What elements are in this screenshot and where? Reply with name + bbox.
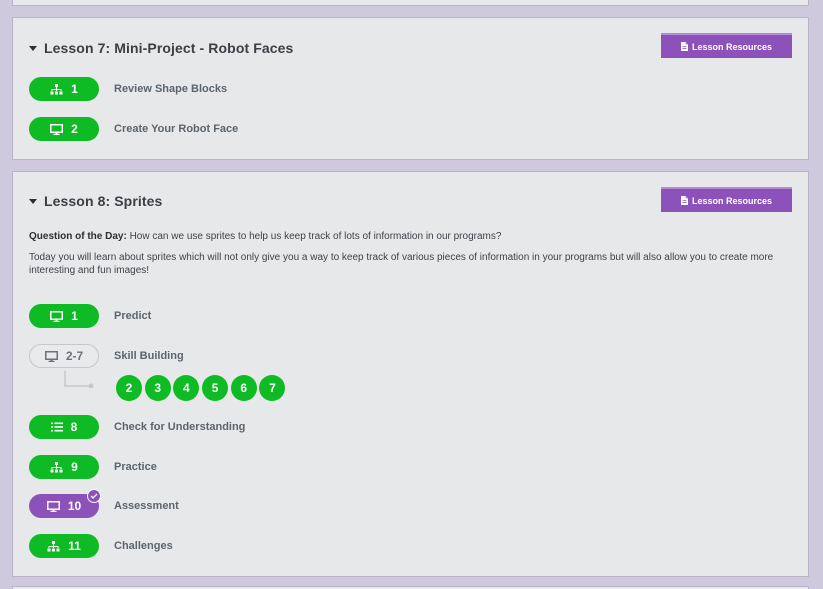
monitor-icon [44, 350, 58, 362]
hierarchy-icon [47, 540, 60, 552]
level-name[interactable]: Challenges [114, 540, 173, 552]
level-number: 9 [71, 460, 78, 474]
level-bubble[interactable]: 2-7 [29, 344, 99, 368]
level-number: 2 [71, 122, 78, 136]
lesson-resources-label: Lesson Resources [691, 41, 773, 52]
level-name[interactable]: Check for Understanding [114, 421, 245, 433]
monitor-icon [50, 123, 64, 135]
sublevel-bubble[interactable]: 4 [173, 375, 200, 401]
level-name[interactable]: Create Your Robot Face [114, 123, 238, 135]
list-icon [50, 422, 63, 432]
sublevel-bubble[interactable]: 6 [230, 375, 257, 401]
lesson-description: Today you will learn about sprites which… [29, 252, 774, 276]
sublevel-bubble[interactable]: 3 [144, 375, 171, 401]
level-number: 1 [71, 309, 78, 323]
check-icon [87, 489, 101, 503]
level-number: 11 [68, 539, 81, 553]
level-name[interactable]: Assessment [114, 500, 179, 512]
level-bubble[interactable]: 10 [29, 489, 101, 518]
level-row: 1 Predict [29, 304, 151, 328]
sublevel-bubble[interactable]: 2 [116, 375, 142, 401]
level-row: 11 Challenges [29, 534, 173, 558]
level-row: 10 Assessment [29, 489, 179, 518]
level-name[interactable]: Practice [114, 461, 157, 473]
level-bubble[interactable]: 1 [29, 304, 99, 328]
document-icon [680, 196, 688, 205]
collapse-caret-icon[interactable] [29, 45, 37, 51]
sublevel-connector [64, 371, 94, 388]
level-number: 1 [71, 82, 78, 96]
sublevel-list: 2 3 4 5 6 7 [116, 375, 288, 401]
lesson-resources-button[interactable]: Lesson Resources [661, 33, 792, 58]
lesson-resources-label: Lesson Resources [691, 195, 773, 206]
lesson-7-header[interactable]: Lesson 7: Mini-Project - Robot Faces [29, 40, 293, 56]
lesson-8-card: Lesson 8: Sprites Lesson Resources Quest… [12, 171, 809, 577]
hierarchy-icon [50, 83, 63, 95]
document-icon [680, 42, 688, 51]
level-bubble[interactable]: 11 [29, 534, 99, 558]
lesson-7-card: Lesson 7: Mini-Project - Robot Faces Les… [12, 17, 809, 160]
lesson-title: Lesson 7: Mini-Project - Robot Faces [44, 40, 294, 56]
previous-lesson-card [12, 0, 809, 6]
level-bubble[interactable]: 9 [29, 455, 99, 479]
hierarchy-icon [50, 461, 63, 473]
level-row: 8 Check for Understanding [29, 415, 245, 439]
level-row: 1 Review Shape Blocks [29, 77, 227, 101]
sublevel-bubble[interactable]: 5 [202, 375, 229, 401]
level-bubble[interactable]: 1 [29, 77, 99, 101]
level-row: 2-7 Skill Building [29, 344, 184, 368]
monitor-icon [50, 310, 64, 322]
level-row: 2 Create Your Robot Face [29, 117, 238, 141]
collapse-caret-icon[interactable] [29, 198, 37, 204]
lesson-resources-button[interactable]: Lesson Resources [661, 187, 792, 212]
level-number: 10 [67, 499, 82, 513]
question-text: How can we use sprites to help us keep t… [126, 231, 502, 242]
level-name[interactable]: Review Shape Blocks [114, 83, 227, 95]
monitor-icon [46, 500, 60, 512]
question-label: Question of the Day: [29, 231, 127, 242]
level-name[interactable]: Skill Building [114, 350, 184, 362]
level-row: 9 Practice [29, 455, 157, 479]
level-bubble[interactable]: 8 [29, 415, 99, 439]
level-bubble[interactable]: 2 [29, 117, 99, 141]
lesson-title: Lesson 8: Sprites [44, 193, 163, 209]
level-number: 2-7 [65, 349, 84, 363]
level-number: 8 [70, 420, 78, 434]
lesson-8-header[interactable]: Lesson 8: Sprites [29, 193, 162, 209]
level-name[interactable]: Predict [114, 310, 151, 322]
question-of-the-day: Question of the Day: How can we use spri… [29, 231, 501, 242]
sublevel-bubble[interactable]: 7 [259, 375, 286, 401]
